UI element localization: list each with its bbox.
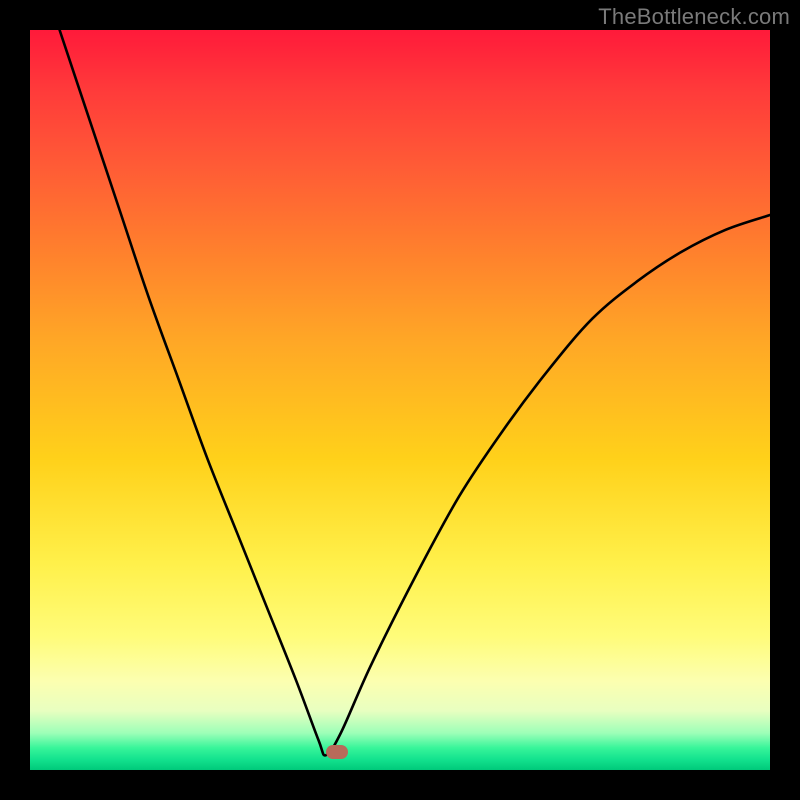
plot-area bbox=[30, 30, 770, 770]
optimum-marker bbox=[326, 745, 348, 759]
chart-frame: TheBottleneck.com bbox=[0, 0, 800, 800]
watermark-text: TheBottleneck.com bbox=[598, 4, 790, 30]
bottleneck-curve bbox=[30, 30, 770, 770]
